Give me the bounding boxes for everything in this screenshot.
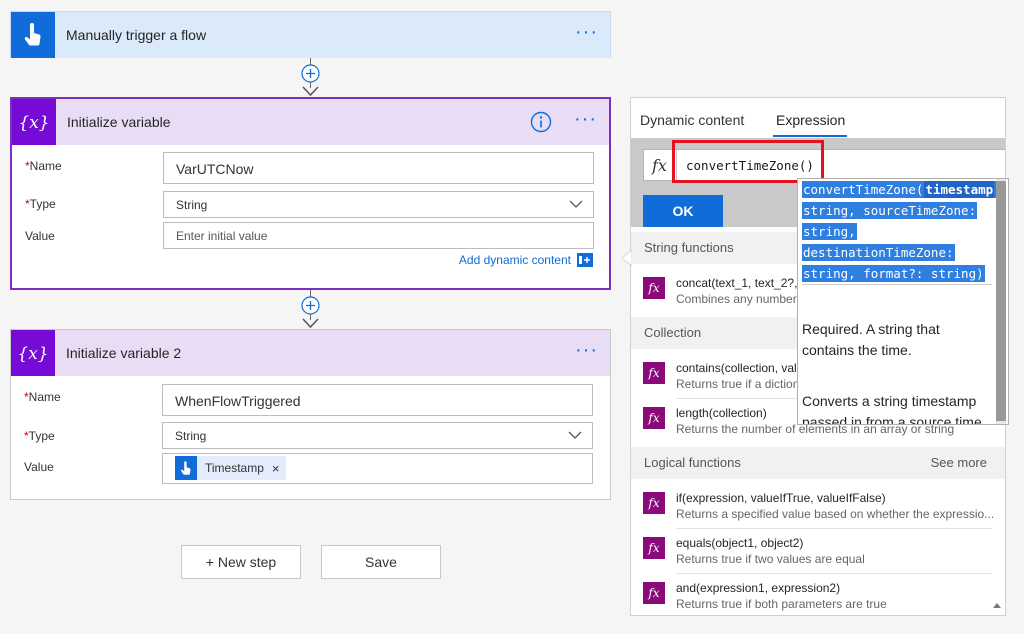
new-step-button[interactable]: + New step (181, 545, 301, 579)
tab-expression[interactable]: Expression (776, 112, 845, 128)
section-logical-functions: Logical functions See more (631, 447, 1005, 479)
function-signature: convertTimeZone(timestamp: string, sourc… (802, 179, 1004, 284)
initialize-variable-2-card[interactable]: {x} Initialize variable 2 ··· *Name When… (10, 329, 611, 500)
add-dynamic-content-link[interactable]: Add dynamic content (459, 253, 593, 267)
trigger-header[interactable]: Manually trigger a flow ··· (11, 12, 610, 58)
add-dynamic-label: Add dynamic content (458, 253, 571, 267)
variable-2-title: Initialize variable 2 (66, 345, 182, 361)
arrow-down-icon-2 (302, 318, 319, 328)
function-icon: fx (643, 492, 665, 514)
save-button[interactable]: Save (321, 545, 441, 579)
function-signature-tooltip: convertTimeZone(timestamp: string, sourc… (797, 178, 1009, 425)
callout-pointer (622, 250, 632, 266)
name-label: *Name (25, 159, 62, 173)
insert-step-icon[interactable] (301, 64, 320, 83)
chevron-down-icon-2 (568, 431, 582, 439)
highlight-box (672, 140, 824, 183)
function-icon: fx (643, 277, 665, 299)
hand-touch-icon (11, 12, 55, 58)
function-icon: fx (643, 582, 665, 604)
value-placeholder: Enter initial value (176, 229, 268, 243)
parameter-description: Required. A string that contains the tim… (802, 321, 940, 358)
token-label: Timestamp (205, 461, 264, 475)
trigger-card[interactable]: Manually trigger a flow ··· (10, 11, 611, 58)
function-equals[interactable]: fx equals(object1, object2) Returns true… (643, 531, 992, 576)
info-icon[interactable] (530, 111, 552, 133)
variable-icon-2: {x} (11, 330, 55, 376)
hand-touch-icon (175, 456, 197, 480)
type-value-2: String (175, 429, 207, 443)
arrow-down-icon (302, 86, 319, 96)
variable-icon: {x} (12, 99, 56, 145)
timestamp-token[interactable]: Timestamp × (175, 456, 286, 480)
function-description: Converts a string timestamp passed in fr… (802, 393, 982, 425)
value-input-2[interactable]: Timestamp × (162, 453, 593, 484)
function-icon: fx (643, 407, 665, 429)
function-if[interactable]: fx if(expression, valueIfTrue, valueIfFa… (643, 486, 994, 531)
type-select[interactable]: String (163, 191, 594, 218)
initialize-variable-card[interactable]: {x} Initialize variable ··· *Name VarUTC… (10, 97, 611, 290)
list-divider (676, 528, 992, 529)
active-tab-indicator (773, 135, 847, 137)
flow-designer: Manually trigger a flow ··· {x} Initiali… (0, 0, 1024, 634)
see-more-link[interactable]: See more (931, 455, 987, 470)
type-label: *Type (25, 197, 56, 211)
value-label-2: Value (24, 460, 54, 474)
variable-2-header[interactable]: {x} Initialize variable 2 ··· (11, 330, 610, 376)
svg-text:{x}: {x} (18, 113, 49, 133)
remove-token-icon[interactable]: × (272, 461, 280, 476)
list-divider (676, 573, 992, 574)
scroll-up-icon[interactable] (993, 601, 1001, 609)
tooltip-scrollbar-thumb[interactable] (996, 181, 1006, 421)
function-and[interactable]: fx and(expression1, expression2) Returns… (643, 576, 991, 615)
function-icon: fx (643, 362, 665, 384)
name-input-2[interactable]: WhenFlowTriggered (162, 384, 593, 416)
fx-icon: fx (652, 156, 667, 175)
value-input[interactable]: Enter initial value (163, 222, 594, 249)
tab-dynamic-content[interactable]: Dynamic content (640, 112, 744, 128)
dynamic-content-plus-icon (577, 253, 593, 267)
name-input[interactable]: VarUTCNow (163, 152, 594, 184)
chevron-down-icon (569, 200, 583, 208)
variable-title: Initialize variable (67, 114, 171, 130)
insert-step-icon-2[interactable] (301, 296, 320, 315)
variable-2-more-menu[interactable]: ··· (575, 340, 598, 360)
ok-button[interactable]: OK (643, 195, 723, 227)
type-label-2: *Type (24, 429, 55, 443)
svg-text:{x}: {x} (17, 344, 48, 364)
function-icon: fx (643, 537, 665, 559)
type-value: String (176, 198, 208, 212)
variable-header[interactable]: {x} Initialize variable ··· (12, 99, 609, 145)
name-label-2: *Name (24, 390, 61, 404)
tooltip-divider (802, 284, 992, 285)
trigger-title: Manually trigger a flow (66, 27, 207, 43)
type-select-2[interactable]: String (162, 422, 593, 449)
value-label: Value (25, 229, 55, 243)
variable-more-menu[interactable]: ··· (574, 109, 597, 129)
trigger-more-menu[interactable]: ··· (575, 22, 598, 42)
